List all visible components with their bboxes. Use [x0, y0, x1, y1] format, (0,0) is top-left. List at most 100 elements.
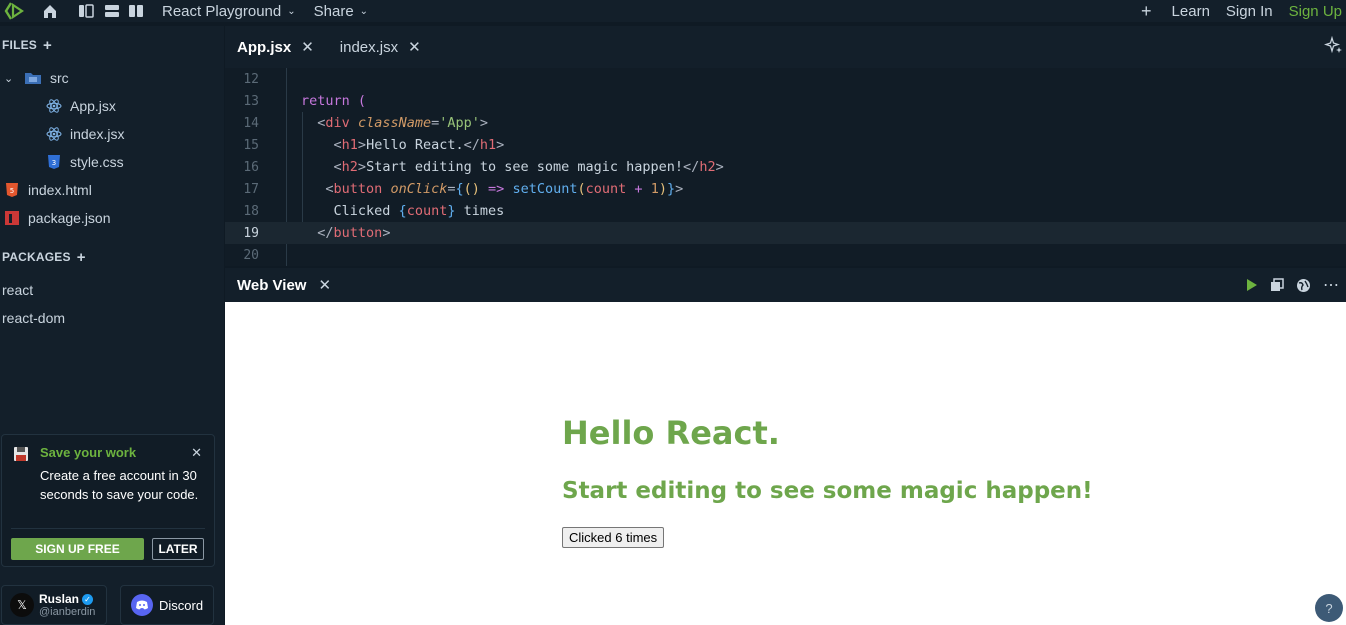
code-line: 15 <h1>Hello React.</h1>: [225, 134, 1346, 156]
globe-icon[interactable]: [1296, 278, 1311, 293]
ai-sparkle-icon[interactable]: [1324, 36, 1344, 56]
code-text: <h2>Start editing to see some magic happ…: [333, 159, 724, 175]
new-window-icon[interactable]: [1270, 278, 1284, 292]
save-work-promo: Save your work ✕ Create a free account i…: [1, 434, 215, 567]
x-profile-text: Ruslan ✓ @ianberdin: [39, 592, 95, 618]
tree-label: package.json: [28, 210, 111, 226]
tab-app-jsx[interactable]: App.jsx ✕: [237, 38, 314, 57]
later-button[interactable]: LATER: [152, 538, 204, 560]
layout-rows-icon[interactable]: [104, 3, 120, 19]
files-label: FILES: [2, 38, 38, 52]
react-icon: [46, 99, 62, 113]
tree-label: index.jsx: [70, 126, 125, 142]
top-bar: React Playground ⌄ Share ⌄ + Learn Sign …: [0, 0, 1346, 22]
preview-heading-1: Hello React.: [562, 414, 780, 452]
run-icon[interactable]: [1244, 278, 1258, 292]
code-text: <button onClick={() => setCount(count + …: [325, 181, 684, 197]
code-line: 16 <h2>Start editing to see some magic h…: [225, 156, 1346, 178]
tree-file-index-jsx[interactable]: index.jsx: [46, 123, 124, 145]
app-menu-label: React Playground: [162, 2, 282, 20]
discord-label: Discord: [159, 597, 204, 613]
svg-text:3: 3: [52, 159, 56, 167]
webview-header: Web View ✕ ⋯: [225, 268, 1346, 302]
promo-divider: [11, 528, 205, 529]
line-number: 16: [243, 159, 259, 175]
floppy-disk-icon: [14, 447, 28, 461]
share-menu[interactable]: Share ⌄: [314, 3, 368, 20]
home-icon[interactable]: [42, 3, 58, 19]
code-line: 14 <div className='App'>: [225, 112, 1346, 134]
promo-body: Create a free account in 30 seconds to s…: [40, 468, 199, 502]
tab-label: index.jsx: [339, 38, 399, 56]
chevron-down-icon: ⌄: [359, 5, 369, 17]
tree-file-package-json[interactable]: package.json: [4, 207, 111, 229]
package-react-dom[interactable]: react-dom: [2, 310, 65, 326]
add-file-icon[interactable]: +: [43, 37, 52, 54]
tree-label: style.css: [70, 154, 124, 170]
close-icon[interactable]: ✕: [318, 276, 331, 294]
files-header: FILES +: [0, 34, 52, 56]
html-icon: 5: [6, 183, 18, 197]
add-package-icon[interactable]: +: [77, 249, 86, 266]
tree-folder-src[interactable]: ⌄ src: [4, 67, 69, 89]
topbar-right: + Learn Sign In Sign Up: [1141, 0, 1342, 22]
css-icon: 3: [48, 155, 60, 169]
help-button[interactable]: ?: [1315, 594, 1343, 622]
tree-file-style-css[interactable]: 3 style.css: [46, 151, 124, 173]
layout-columns-icon[interactable]: [78, 3, 94, 19]
code-line-active: 19 </button>: [225, 222, 1346, 244]
line-number: 19: [243, 225, 259, 241]
line-number: 12: [243, 71, 259, 87]
webview-actions: ⋯: [1244, 268, 1340, 302]
webview-tab-label[interactable]: Web View: [237, 277, 306, 294]
close-icon[interactable]: ✕: [408, 38, 421, 56]
code-line: 17 <button onClick={() => setCount(count…: [225, 178, 1346, 200]
chevron-down-icon: ⌄: [4, 72, 14, 85]
line-number: 15: [243, 137, 259, 153]
sign-up-free-button[interactable]: SIGN UP FREE: [11, 538, 144, 560]
x-profile-link[interactable]: 𝕏 Ruslan ✓ @ianberdin: [1, 585, 107, 625]
chevron-down-icon: ⌄: [287, 5, 296, 17]
layout-sidebar-icon[interactable]: [128, 3, 144, 19]
discord-icon: [131, 594, 153, 616]
tree-file-app-jsx[interactable]: App.jsx: [46, 95, 116, 117]
code-line: 20: [225, 244, 1346, 266]
x-icon: 𝕏: [10, 593, 34, 617]
npm-icon: [5, 211, 19, 225]
sign-in-link[interactable]: Sign In: [1226, 3, 1273, 20]
x-handle: @ianberdin: [39, 606, 96, 618]
preview-heading-2: Start editing to see some magic happen!: [562, 478, 1093, 504]
share-menu-label: Share: [313, 2, 354, 20]
more-icon[interactable]: ⋯: [1323, 275, 1340, 295]
tree-label: index.html: [28, 182, 92, 198]
svg-text:5: 5: [10, 187, 14, 195]
x-name: Ruslan: [39, 592, 80, 606]
playcode-logo-icon[interactable]: [4, 0, 26, 22]
line-number: 14: [243, 115, 259, 131]
clicked-counter-button[interactable]: Clicked 6 times: [562, 527, 665, 548]
close-icon[interactable]: ✕: [301, 38, 314, 56]
code-text: <h1>Hello React.</h1>: [333, 137, 505, 153]
close-icon[interactable]: ✕: [191, 445, 202, 461]
code-editor[interactable]: 12 13 return ( 14 <div className='App'> …: [225, 68, 1346, 266]
app-menu[interactable]: React Playground ⌄: [162, 3, 296, 20]
code-text: return (: [301, 93, 367, 109]
tab-index-jsx[interactable]: index.jsx ✕: [339, 38, 421, 57]
react-icon: [46, 127, 62, 141]
line-number: 13: [243, 93, 259, 109]
tree-file-index-html[interactable]: 5 index.html: [4, 179, 92, 201]
code-text: <div className='App'>: [317, 115, 489, 131]
packages-label: PACKAGES: [2, 250, 71, 264]
package-react[interactable]: react: [2, 282, 33, 298]
code-line: 18 Clicked {count} times: [225, 200, 1346, 222]
code-text: </button>: [317, 225, 391, 241]
learn-link[interactable]: Learn: [1172, 3, 1210, 20]
code-line: 12: [225, 68, 1346, 90]
sign-up-link[interactable]: Sign Up: [1289, 3, 1342, 20]
plus-icon[interactable]: +: [1141, 1, 1152, 22]
discord-link[interactable]: Discord: [120, 585, 214, 625]
folder-icon: [25, 73, 41, 84]
tree-label: src: [50, 70, 69, 86]
line-number: 18: [243, 203, 259, 219]
editor-tabs: App.jsx ✕ index.jsx ✕: [225, 26, 1346, 68]
